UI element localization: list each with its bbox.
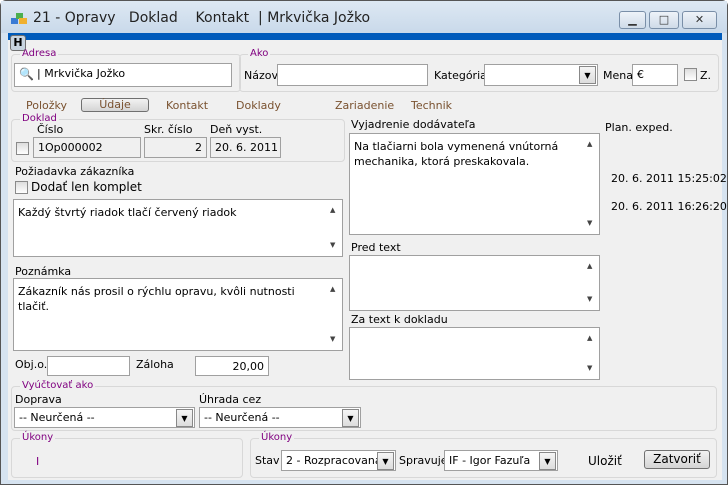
- doklad-checkbox[interactable]: [16, 142, 29, 155]
- tab-udaje[interactable]: Údaje: [81, 98, 149, 112]
- poznamka-label: Poznámka: [15, 265, 72, 278]
- den-vyst-field: 20. 6. 2011: [210, 137, 281, 158]
- ukony-left-value: I: [36, 455, 40, 468]
- tab-zariadenie[interactable]: Zariadenie: [335, 99, 394, 112]
- vyjadrenie-label: Vyjadrenie dodávateľa: [351, 118, 476, 131]
- scrollbar[interactable]: ▲ ▼: [326, 200, 342, 256]
- uhrada-value: -- Neurčená --: [204, 411, 280, 424]
- scroll-down-icon[interactable]: ▼: [587, 361, 592, 376]
- scroll-down-icon[interactable]: ▼: [587, 216, 592, 231]
- adresa-input[interactable]: 🔍 | Mrkvička Jožko: [14, 63, 232, 87]
- form-body: Adresa 🔍 | Mrkvička Jožko Ako Názov Kate…: [8, 40, 727, 480]
- chevron-down-icon[interactable]: ▼: [539, 452, 556, 470]
- scroll-up-icon[interactable]: ▲: [330, 282, 335, 297]
- pred-text-textarea[interactable]: ▲ ▼: [349, 255, 600, 311]
- poziadavka-text: Každý štvrtý riadok tlačí červený riadok: [18, 206, 237, 219]
- stav-label: Stav: [255, 454, 280, 467]
- scrollbar[interactable]: ▲ ▼: [583, 134, 599, 234]
- chevron-down-icon[interactable]: ▼: [176, 409, 193, 427]
- nazov-input[interactable]: [277, 64, 428, 86]
- zatvorit-button[interactable]: Zatvoriť: [644, 450, 710, 469]
- skr-cislo-label: Skr. číslo: [144, 123, 193, 136]
- kategoria-label: Kategória: [434, 69, 487, 82]
- cislo-label: Číslo: [37, 123, 64, 136]
- chevron-down-icon[interactable]: ▼: [579, 66, 596, 84]
- nazov-label: Názov: [244, 69, 278, 82]
- poznamka-textarea[interactable]: Zákazník nás prosil o rýchlu opravu, kvô…: [13, 278, 343, 351]
- scrollbar[interactable]: ▲ ▼: [583, 328, 599, 379]
- tab-doklady[interactable]: Doklady: [236, 99, 281, 112]
- poziadavka-textarea[interactable]: Každý štvrtý riadok tlačí červený riadok…: [13, 199, 343, 257]
- scroll-up-icon[interactable]: ▲: [587, 331, 592, 346]
- den-vyst-label: Deň vyst.: [210, 123, 263, 136]
- objo-label: Obj.o.: [15, 358, 48, 371]
- vyjadrenie-textarea[interactable]: Na tlačiarni bola vymenená vnútorná mech…: [349, 133, 600, 235]
- tab-technik[interactable]: Technik: [411, 99, 452, 112]
- plan-date-1: 20. 6. 2011 15:25:02: [611, 172, 727, 185]
- minimize-button[interactable]: ▁: [619, 11, 646, 29]
- plan-date-2: 20. 6. 2011 16:26:20: [611, 200, 727, 213]
- spravuje-label: Spravuje: [399, 454, 448, 467]
- stav-select[interactable]: 2 - Rozpracovaná ▼: [281, 450, 396, 471]
- mena-input[interactable]: €: [632, 64, 678, 86]
- window-title: 21 - Opravy Doklad Kontakt | Mrkvička Jo…: [33, 10, 371, 26]
- scroll-down-icon[interactable]: ▼: [330, 332, 335, 347]
- spravuje-value: IF - Igor Fazuľa: [449, 454, 531, 467]
- zaloha-label: Záloha: [136, 358, 174, 371]
- vyjadrenie-text: Na tlačiarni bola vymenená vnútorná mech…: [354, 140, 559, 168]
- close-button[interactable]: ✕: [682, 11, 717, 29]
- objo-input[interactable]: [47, 356, 130, 376]
- pred-text-label: Pred text: [351, 241, 401, 254]
- zaloha-input[interactable]: 20,00: [195, 356, 269, 376]
- kategoria-select[interactable]: ▼: [484, 64, 598, 86]
- uhrada-label: Úhrada cez: [199, 393, 262, 406]
- komplet-label: Dodať len komplet: [31, 180, 142, 194]
- search-icon[interactable]: 🔍: [19, 67, 34, 81]
- ukony-left-legend: Úkony: [20, 432, 56, 443]
- scroll-up-icon[interactable]: ▲: [587, 259, 592, 274]
- spravuje-select[interactable]: IF - Igor Fazuľa ▼: [444, 450, 558, 471]
- skr-cislo-field: 2: [144, 137, 207, 158]
- title-bar[interactable]: 21 - Opravy Doklad Kontakt | Mrkvička Jo…: [1, 1, 727, 33]
- scrollbar[interactable]: ▲ ▼: [326, 279, 342, 350]
- adresa-value: | Mrkvička Jožko: [37, 67, 126, 80]
- scroll-down-icon[interactable]: ▼: [587, 292, 592, 307]
- za-text-label: Za text k dokladu: [351, 313, 448, 326]
- adresa-legend: Adresa: [20, 48, 59, 59]
- ukony-left-group: Úkony: [11, 432, 243, 478]
- komplet-checkbox[interactable]: [15, 181, 28, 194]
- scroll-up-icon[interactable]: ▲: [330, 203, 335, 218]
- ulozit-button[interactable]: Uložiť: [588, 454, 622, 468]
- vyuctovat-legend: Vyúčtovať ako: [20, 380, 96, 391]
- poziadavka-label: Požiadavka zákazníka: [15, 165, 135, 178]
- scroll-up-icon[interactable]: ▲: [587, 137, 592, 152]
- z-checkbox[interactable]: [684, 68, 697, 81]
- tab-kontakt[interactable]: Kontakt: [166, 99, 208, 112]
- tab-polozky[interactable]: Položky: [26, 99, 67, 112]
- doprava-value: -- Neurčená --: [19, 411, 95, 424]
- plan-exped-label: Plan. exped.: [605, 121, 673, 134]
- toolbar-strip: [8, 33, 722, 40]
- cislo-field: 1Op000002: [33, 137, 141, 158]
- stav-value: 2 - Rozpracovaná: [286, 454, 382, 467]
- ako-legend: Ako: [248, 48, 271, 59]
- za-text-textarea[interactable]: ▲ ▼: [349, 327, 600, 380]
- chevron-down-icon[interactable]: ▼: [377, 452, 394, 470]
- doprava-label: Doprava: [15, 393, 62, 406]
- help-button[interactable]: H: [10, 35, 26, 51]
- maximize-button[interactable]: □: [649, 11, 679, 29]
- scrollbar[interactable]: ▲ ▼: [583, 256, 599, 310]
- window: 21 - Opravy Doklad Kontakt | Mrkvička Jo…: [0, 0, 728, 485]
- poznamka-text: Zákazník nás prosil o rýchlu opravu, kvô…: [18, 285, 295, 313]
- scroll-down-icon[interactable]: ▼: [330, 238, 335, 253]
- z-label: Z.: [700, 69, 712, 82]
- doprava-select[interactable]: -- Neurčená -- ▼: [14, 407, 195, 428]
- ukony-right-legend: Úkony: [259, 432, 295, 443]
- mena-label: Mena: [603, 69, 633, 82]
- uhrada-select[interactable]: -- Neurčená -- ▼: [199, 407, 361, 428]
- chevron-down-icon[interactable]: ▼: [342, 409, 359, 427]
- app-icon: [11, 13, 27, 24]
